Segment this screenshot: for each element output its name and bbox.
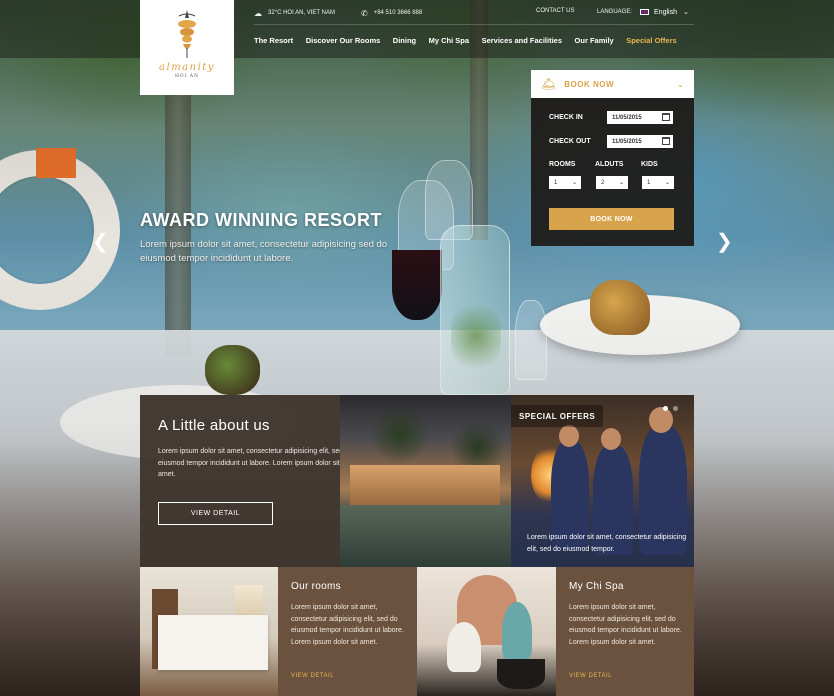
chef-head-decoration — [559, 425, 579, 447]
check-in-row: CHECK IN 11/05/2015 — [549, 111, 673, 124]
special-offers-card[interactable]: SPECIAL OFFERS Lorem ipsum dolor sit ame… — [511, 395, 694, 567]
bell-icon: 🛎 — [541, 77, 557, 91]
rooms-panel: Our rooms Lorem ipsum dolor sit amet, co… — [278, 567, 417, 696]
chevron-down-icon: ⌄ — [664, 180, 670, 186]
check-in-value: 11/05/2015 — [612, 114, 642, 121]
main-nav: The Resort Discover Our Rooms Dining My … — [254, 36, 677, 45]
nav-item-my-chi-spa[interactable]: My Chi Spa — [429, 36, 469, 45]
building-decoration — [350, 465, 500, 505]
about-section: A Little about us Lorem ipsum dolor sit … — [140, 395, 353, 567]
nav-item-the-resort[interactable]: The Resort — [254, 36, 293, 45]
chevron-down-icon: ⌄ — [618, 180, 624, 186]
spa-text: Lorem ipsum dolor sit amet, consectetur … — [569, 604, 682, 646]
pool-decoration — [340, 505, 511, 567]
chef-head-decoration — [601, 428, 621, 450]
flag-icon — [640, 9, 650, 15]
adults-select[interactable]: 2 ⌄ — [596, 176, 628, 189]
rooms-text: Lorem ipsum dolor sit amet, consectetur … — [291, 604, 404, 646]
nav-item-special-offers[interactable]: Special Offers — [626, 36, 676, 45]
special-offers-caption: Lorem ipsum dolor sit amet, consectetur … — [527, 534, 687, 553]
nav-item-discover-rooms[interactable]: Discover Our Rooms — [306, 36, 381, 45]
spa-title: My Chi Spa — [569, 581, 624, 592]
site-logo[interactable]: almanity HOI AN — [140, 0, 234, 95]
about-text: Lorem ipsum dolor sit amet, consectetur … — [158, 448, 353, 478]
phone-icon: ✆ — [360, 8, 368, 18]
spa-panel: My Chi Spa Lorem ipsum dolor sit amet, c… — [556, 567, 694, 696]
rooms-view-detail-link[interactable]: VIEW DETAIL — [291, 673, 334, 679]
chevron-down-icon: ⌄ — [571, 180, 577, 186]
carousel-dot[interactable] — [673, 406, 678, 411]
view-detail-button[interactable]: VIEW DETAIL — [158, 502, 273, 525]
palm-decoration — [370, 405, 430, 465]
rooms-photo — [140, 567, 278, 696]
language-label: LANGUAGE: — [597, 9, 633, 15]
carousel-dots — [658, 406, 678, 411]
logo-name: almanity — [159, 62, 215, 73]
calendar-icon[interactable] — [662, 113, 670, 121]
arrow-right-icon[interactable]: ❯ — [716, 232, 733, 252]
kids-value: 1 — [647, 179, 651, 186]
weather-text: 32°C HOI AN, VIET NAM — [268, 10, 335, 16]
adults-value: 2 — [601, 179, 605, 186]
person-decoration — [502, 602, 532, 660]
bowl-decoration — [497, 659, 545, 689]
booking-header[interactable]: 🛎 BOOK NOW ⌄ — [531, 70, 694, 98]
slider-title: AWARD WINNING RESORT — [140, 210, 382, 230]
chevron-down-icon: ⌄ — [682, 9, 689, 16]
about-title: A Little about us — [158, 417, 270, 434]
adults-label: ALDUTS — [595, 161, 624, 168]
special-offers-tag: SPECIAL OFFERS — [511, 405, 604, 427]
check-out-row: CHECK OUT 11/05/2015 — [549, 135, 673, 148]
logo-subtitle: HOI AN — [174, 74, 199, 79]
kids-label: KIDS — [641, 161, 658, 168]
phone-text: +84 510 3666 888 — [373, 10, 423, 16]
booking-widget: 🛎 BOOK NOW ⌄ CHECK IN 11/05/2015 CHECK O… — [531, 70, 694, 246]
header-info: ☁ 32°C HOI AN, VIET NAM ✆ +84 510 3666 8… — [254, 6, 422, 20]
calendar-icon[interactable] — [662, 137, 670, 145]
language-value: English — [654, 8, 677, 16]
header-divider — [254, 24, 694, 25]
spa-view-detail-link[interactable]: VIEW DETAIL — [569, 673, 612, 679]
check-out-label: CHECK OUT — [549, 138, 591, 145]
rooms-label: ROOMS — [549, 161, 576, 168]
spa-photo — [417, 567, 556, 696]
book-now-button[interactable]: BOOK NOW — [549, 208, 674, 230]
carousel-dot[interactable] — [663, 406, 668, 411]
contact-us-link[interactable]: CONTACT US — [536, 8, 574, 14]
chevron-down-icon: ⌄ — [677, 79, 684, 89]
rooms-title: Our rooms — [291, 581, 341, 592]
arrow-left-icon[interactable]: ❮ — [92, 232, 109, 252]
weather-icon: ☁ — [254, 8, 262, 18]
check-in-field[interactable]: 11/05/2015 — [607, 111, 673, 124]
nav-item-dining[interactable]: Dining — [393, 36, 416, 45]
rooms-select[interactable]: 1 ⌄ — [549, 176, 581, 189]
check-out-field[interactable]: 11/05/2015 — [607, 135, 673, 148]
check-in-label: CHECK IN — [549, 114, 583, 121]
language-selector[interactable]: LANGUAGE: English ⌄ — [597, 8, 689, 17]
person-decoration — [447, 622, 481, 672]
check-out-value: 11/05/2015 — [612, 138, 642, 145]
nav-item-our-family[interactable]: Our Family — [575, 36, 614, 45]
booking-header-label: BOOK NOW — [564, 79, 615, 89]
bed-decoration — [158, 615, 268, 670]
rooms-value: 1 — [554, 179, 558, 186]
resort-photo — [340, 395, 511, 567]
weather-info: ☁ 32°C HOI AN, VIET NAM — [254, 9, 335, 18]
kids-select[interactable]: 1 ⌄ — [642, 176, 674, 189]
slider-text: Lorem ipsum dolor sit amet, consectetur … — [140, 239, 388, 264]
phone-info: ✆ +84 510 3666 888 — [361, 9, 422, 18]
nav-item-services[interactable]: Services and Facilities — [482, 36, 562, 45]
logo-emblem-icon — [178, 10, 196, 58]
